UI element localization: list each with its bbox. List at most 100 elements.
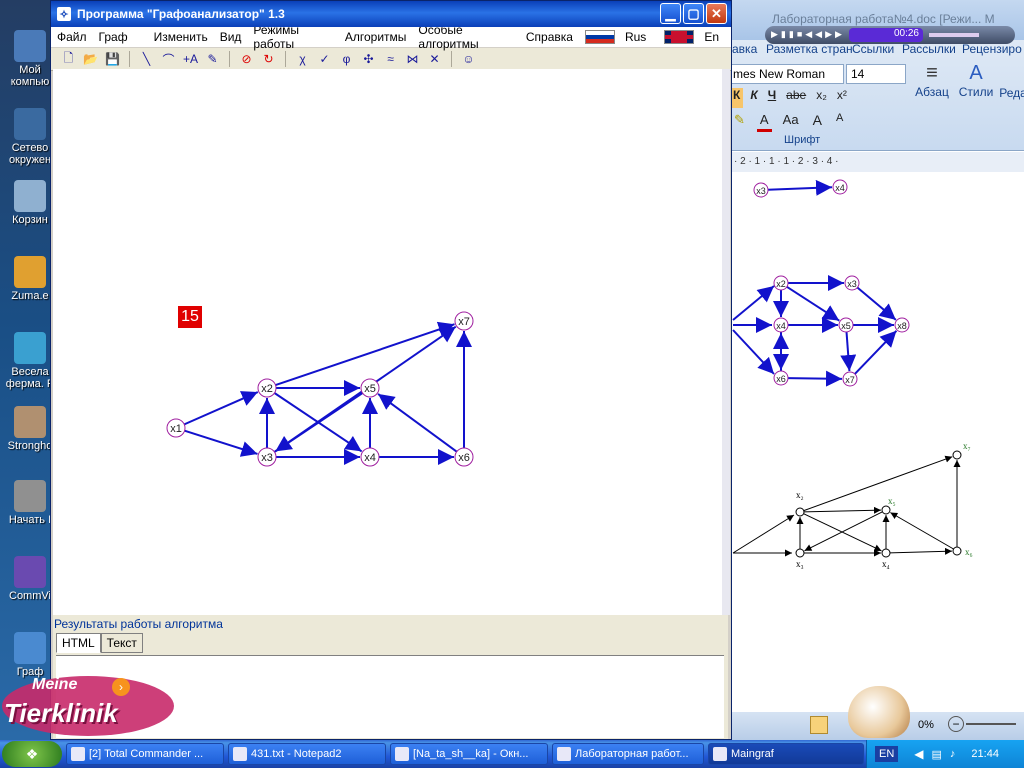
windows-logo-icon: ❖ — [25, 745, 39, 762]
phi-icon[interactable]: φ — [337, 50, 356, 69]
check-icon[interactable]: ✓ — [315, 50, 334, 69]
menu-file[interactable]: Файл — [51, 30, 93, 44]
superscript-button[interactable]: x² — [834, 88, 850, 108]
media-player[interactable]: ▶▮▮■◀◀▶▶ 00:26 — [765, 26, 1015, 44]
graph-canvas[interactable]: 15 — [53, 69, 722, 615]
network-icon[interactable]: ▤ — [932, 748, 942, 761]
tab-html[interactable]: HTML — [56, 633, 101, 653]
app-titlebar[interactable]: ✧ Программа "Графоанализатор" 1.3 ▁ ▢ ✕ — [51, 1, 731, 27]
strike-button[interactable]: abe — [783, 88, 809, 108]
volume-icon[interactable]: ♪ — [950, 748, 956, 760]
chi-icon[interactable]: χ — [293, 50, 312, 69]
word-tab-layout[interactable]: Разметка стран — [766, 42, 853, 56]
zoom-out-icon[interactable]: − — [948, 716, 964, 732]
taskbar-task[interactable]: Лабораторная работ... — [552, 743, 704, 765]
word-document[interactable] — [730, 172, 1024, 712]
desktop-icon[interactable]: Начать I — [4, 480, 56, 526]
desktop-icon-image — [14, 332, 46, 364]
word-window[interactable]: Лабораторная работа№4.doc [Режи... M авк… — [730, 0, 1024, 740]
grow-font-button[interactable]: А — [810, 112, 825, 132]
taskbar-task[interactable]: Maingraf — [708, 743, 864, 765]
menu-graph[interactable]: Граф — [93, 30, 134, 44]
new-icon[interactable]: 🗋 — [59, 50, 78, 69]
paragraph-button[interactable]: ≡ Абзац — [912, 62, 952, 142]
desktop-icon[interactable]: Весела ферма. Р — [4, 332, 56, 390]
desktop-icon[interactable]: Zuma.e — [4, 256, 56, 302]
start-button[interactable]: ❖ — [2, 741, 62, 767]
toolbar-separator — [451, 51, 452, 67]
taskbar-task[interactable]: [Na_ta_sh__ka] - Окн... — [390, 743, 548, 765]
word-ruler: · 2 · 1 · 1 · 1 · 2 · 3 · 4 · — [730, 152, 1024, 173]
curve-icon[interactable]: ⌒ — [159, 50, 178, 69]
tab-text[interactable]: Текст — [100, 633, 143, 653]
change-case-button[interactable]: Аа — [780, 112, 802, 132]
close-button[interactable]: ✕ — [706, 3, 727, 24]
line-icon[interactable]: ╲ — [137, 50, 156, 69]
menu-lang-en[interactable]: En — [658, 30, 731, 44]
desktop-icon[interactable]: Корзин — [4, 180, 56, 226]
desktop-icon-label: Zuma.e — [11, 290, 49, 302]
desktop-icon-image — [14, 406, 46, 438]
promo-arrow-icon[interactable]: › — [112, 678, 130, 696]
maximize-button[interactable]: ▢ — [683, 3, 704, 24]
clock: 21:44 — [971, 748, 999, 760]
menu-view[interactable]: Вид — [214, 30, 248, 44]
font-name-box[interactable]: mes New Roman — [730, 64, 844, 84]
task-app-icon — [713, 747, 727, 761]
desktop-icon[interactable]: Сетево окружен — [4, 108, 56, 166]
add-vertex-icon[interactable]: +A — [181, 50, 200, 69]
desktop-icon-label: Корзин — [12, 214, 48, 226]
menu-edit[interactable]: Изменить — [148, 30, 214, 44]
underline-button[interactable]: Ч — [765, 88, 779, 108]
taskbar-task[interactable]: [2] Total Commander ... — [66, 743, 224, 765]
language-indicator[interactable]: EN — [875, 746, 899, 762]
desktop-icon-image — [14, 480, 46, 512]
desktop-icon[interactable]: Мой компью — [4, 30, 56, 88]
edit-button[interactable]: Реда — [998, 62, 1024, 142]
cut-icon[interactable]: ✕ — [425, 50, 444, 69]
canvas-scrollbar[interactable] — [722, 69, 730, 615]
desktop-icon[interactable]: CommVi — [4, 556, 56, 602]
save-icon[interactable]: 💾 — [103, 50, 122, 69]
tray-arrow-icon[interactable]: ◀ — [914, 747, 923, 761]
path-icon[interactable]: ⋈ — [403, 50, 422, 69]
reset-icon[interactable]: ↻ — [259, 50, 278, 69]
zoom-slider[interactable] — [966, 723, 1016, 725]
view-layout-icon[interactable] — [810, 716, 828, 734]
promo-line2: Tierklinik — [4, 698, 118, 728]
tree-icon[interactable]: ✣ — [359, 50, 378, 69]
step-badge: 15 — [178, 306, 202, 328]
menu-algorithms[interactable]: Алгоритмы — [339, 30, 413, 44]
shrink-font-button[interactable]: А — [833, 112, 846, 132]
menu-special-algorithms[interactable]: Особые алгоритмы — [412, 23, 519, 51]
taskbar-task[interactable]: 431.txt - Notepad2 — [228, 743, 386, 765]
player-controls-icon[interactable]: ▶▮▮■◀◀▶▶ — [771, 29, 845, 40]
person-icon[interactable]: ☺ — [459, 50, 478, 69]
system-tray: EN ◀ ▤ ♪ 21:44 — [866, 740, 1024, 768]
tierklinik-promo[interactable]: Meine Tierklinik › — [0, 664, 180, 744]
subscript-button[interactable]: x₂ — [813, 88, 830, 108]
toolbar-separator — [129, 51, 130, 67]
menu-lang-rus[interactable]: Rus — [579, 30, 658, 44]
minimize-button[interactable]: ▁ — [660, 3, 681, 24]
toolbar: 🗋 📂 💾 ╲ ⌒ +A ✎ ⊘ ↻ χ ✓ φ ✣ ≈ ⋈ ✕ ☺ — [51, 48, 731, 71]
styles-button[interactable]: A Стили — [956, 62, 996, 142]
graph-analyzer-window[interactable]: ✧ Программа "Графоанализатор" 1.3 ▁ ▢ ✕ … — [50, 0, 732, 740]
italic-button[interactable]: К — [747, 88, 760, 108]
word-tab-edit[interactable]: авка — [732, 42, 757, 56]
player-volume-slider[interactable] — [929, 33, 979, 37]
desktop-icon-label: Сетево окружен — [8, 142, 52, 166]
paint-icon[interactable]: ✎ — [203, 50, 222, 69]
menu-help[interactable]: Справка — [520, 30, 579, 44]
flow-icon[interactable]: ≈ — [381, 50, 400, 69]
word-tab-review[interactable]: Рецензиро — [962, 42, 1022, 56]
stop-icon[interactable]: ⊘ — [237, 50, 256, 69]
highlight-icon[interactable]: ✎ — [730, 112, 749, 132]
menu-modes[interactable]: Режимы работы — [247, 23, 338, 51]
word-tab-refs[interactable]: Ссылки — [852, 42, 894, 56]
word-tab-mail[interactable]: Рассылки — [902, 42, 956, 56]
font-size-box[interactable]: 14 — [846, 64, 906, 84]
font-color-button[interactable]: А — [756, 112, 772, 132]
open-icon[interactable]: 📂 — [81, 50, 100, 69]
desktop-icon[interactable]: Strongho — [4, 406, 56, 452]
